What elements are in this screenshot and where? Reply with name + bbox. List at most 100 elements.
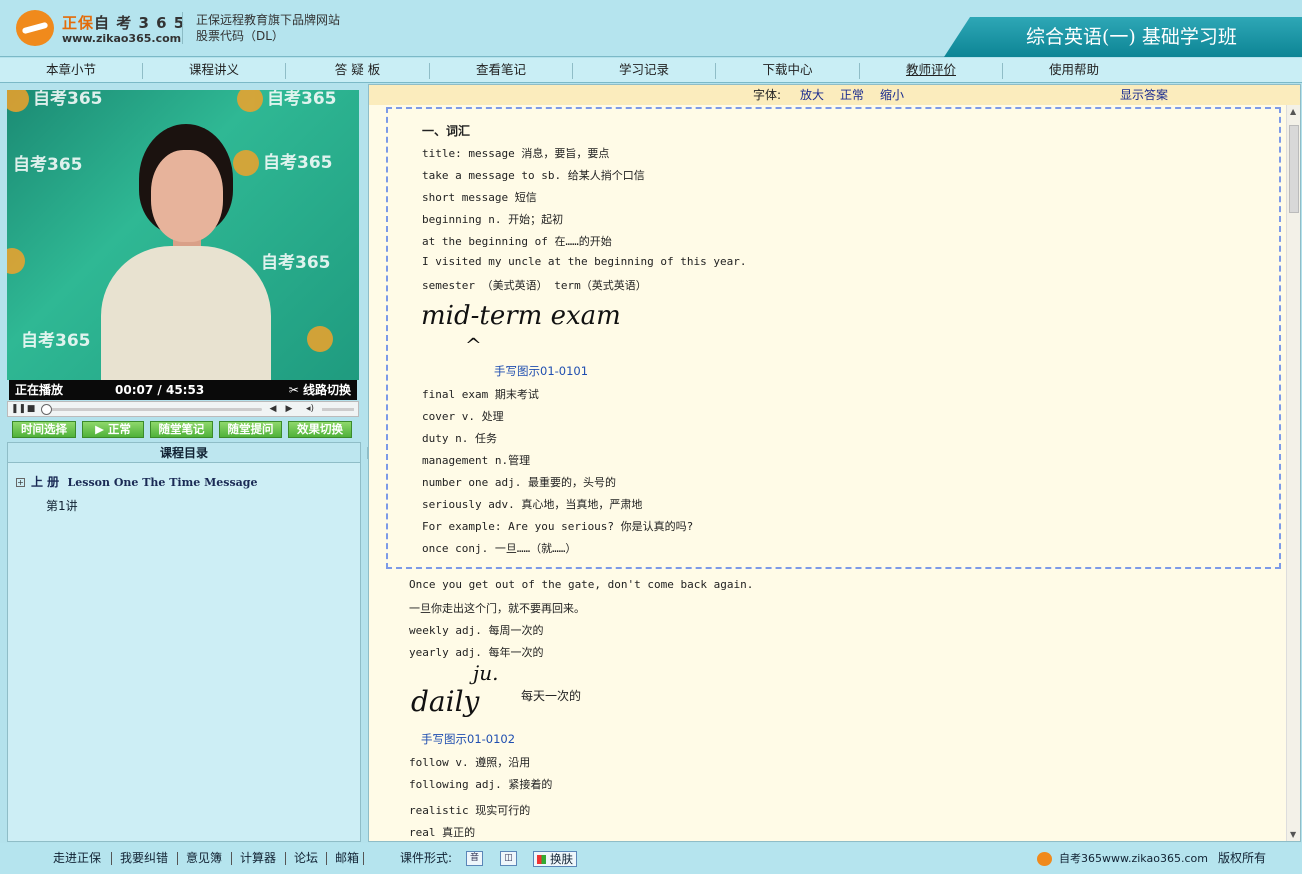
nav-study-record[interactable]: 学习记录	[573, 58, 715, 82]
left-panel: 自考365 自考365 自考365 自考365 自考365 自考365 正在播放…	[7, 90, 361, 842]
course-catalog: 课程目录 + 上 册 Lesson One The Time Message 第1…	[7, 442, 361, 842]
effect-switch-button[interactable]: 效果切换	[288, 421, 352, 438]
footer-divider	[177, 852, 178, 865]
note-line: I visited my uncle at the beginning of t…	[422, 255, 747, 268]
note-line: beginning n. 开始；起初	[422, 213, 564, 226]
rewind-icon[interactable]: ◀	[268, 404, 278, 414]
show-answer-link[interactable]: 显示答案	[1120, 85, 1168, 105]
note-line: short message 短信	[422, 191, 537, 204]
nav-help[interactable]: 使用帮助	[1003, 58, 1145, 82]
nav-teacher-evaluation[interactable]: 教师评价	[860, 58, 1002, 82]
notes-content: 一、词汇 title: message 消息，要旨，要点 take a mess…	[369, 105, 1286, 841]
footer-divider	[285, 852, 286, 865]
note-line: seriously adv. 真心地，当真地，严肃地	[422, 498, 643, 511]
lecturer-figure	[101, 124, 271, 380]
catalog-lecture-1[interactable]: 第1讲	[46, 497, 78, 514]
time-select-button[interactable]: 时间选择	[12, 421, 76, 438]
main-nav: 本章小节 课程讲义 答 疑 板 查看笔记 学习记录 下载中心 教师评价 使用帮助	[0, 58, 1302, 83]
note-line: management n.管理	[422, 454, 531, 467]
nav-chapter-summary[interactable]: 本章小节	[0, 58, 142, 82]
font-enlarge-link[interactable]: 放大	[800, 85, 824, 105]
site-logo[interactable]: 正保自 考 3 6 5 www.zikao365.com	[16, 8, 184, 48]
note-line: weekly adj. 每周一次的	[409, 624, 544, 637]
note-line: once conj. 一旦……（就……）	[422, 542, 577, 555]
volume-icon[interactable]: ◂)	[305, 404, 315, 414]
playback-status: 正在播放	[15, 383, 64, 397]
nav-lecture-notes[interactable]: 课程讲义	[143, 58, 285, 82]
expand-icon[interactable]: +	[16, 478, 25, 487]
font-normal-link[interactable]: 正常	[840, 85, 864, 105]
logo-brand: 正保自 考 3 6 5	[62, 14, 186, 32]
footer-divider	[363, 852, 364, 865]
copyright: 版权所有	[1218, 851, 1267, 865]
forward-icon[interactable]: ▶	[284, 404, 294, 414]
video-watermark: 自考365	[21, 331, 91, 351]
section-heading: 一、词汇	[422, 124, 471, 138]
class-question-button[interactable]: 随堂提问	[219, 421, 282, 438]
scroll-down-icon[interactable]: ▼	[1290, 830, 1296, 839]
normal-speed-button[interactable]: ▶ 正常	[82, 421, 144, 438]
footer-site-link[interactable]: 自考365www.zikao365.com	[1059, 843, 1208, 874]
course-title: 综合英语(一) 基础学习班	[944, 17, 1302, 57]
handwriting-image-1: mid-term exam	[421, 301, 621, 331]
nav-download-center[interactable]: 下载中心	[716, 58, 859, 82]
video-player[interactable]: 自考365 自考365 自考365 自考365 自考365 自考365	[7, 90, 359, 380]
footer-calculator-link[interactable]: 计算器	[240, 843, 276, 874]
layout-format-icon[interactable]: ◫	[500, 851, 517, 866]
header-divider	[182, 12, 183, 44]
video-watermark	[7, 248, 29, 274]
footer-forum-link[interactable]: 论坛	[294, 843, 318, 874]
line-switch-button[interactable]: ✂ 线路切换	[289, 380, 351, 400]
footer-logo-icon	[1037, 852, 1052, 866]
format-label: 课件形式:	[400, 851, 453, 865]
nav-view-notes[interactable]: 查看笔记	[430, 58, 572, 82]
scrollbar-thumb[interactable]	[1289, 125, 1299, 213]
note-line: final exam 期末考试	[422, 388, 539, 401]
progress-knob[interactable]	[40, 404, 52, 415]
note-line: duty n. 任务	[422, 432, 497, 445]
nav-qa-board[interactable]: 答 疑 板	[286, 58, 429, 82]
scroll-up-icon[interactable]: ▲	[1290, 107, 1296, 116]
header: 正保自 考 3 6 5 www.zikao365.com 正保远程教育旗下品牌网…	[0, 0, 1302, 57]
note-line: 一旦你走出这个门，就不要再回来。	[409, 602, 585, 615]
note-line: at the beginning of 在……的开始	[422, 235, 612, 248]
note-line: semester （美式英语） term（英式英语）	[422, 279, 647, 292]
video-watermark: 自考365	[237, 90, 337, 112]
note-line: number one adj. 最重要的，头号的	[422, 476, 616, 489]
font-size-label: 字体:	[753, 88, 782, 102]
footer-about-link[interactable]: 走进正保	[53, 843, 101, 874]
change-skin-button[interactable]: 换肤	[533, 851, 577, 867]
video-watermark: 自考365	[7, 90, 103, 112]
footer-feedback-link[interactable]: 意见簿	[186, 843, 222, 874]
handwriting-image-2: daily	[411, 685, 480, 718]
note-line: title: message 消息，要旨，要点	[422, 147, 610, 160]
notes-scrollbar[interactable]: ▲ ▼	[1286, 105, 1300, 841]
video-watermark	[307, 326, 337, 352]
stop-icon[interactable]: ■	[26, 404, 36, 414]
pause-icon[interactable]: ❚❚	[11, 404, 26, 414]
audio-format-icon[interactable]: 音	[466, 851, 483, 866]
video-watermark: 自考365	[13, 155, 83, 175]
tagline: 正保远程教育旗下品牌网站 股票代码（DL）	[196, 12, 340, 44]
footer-divider	[231, 852, 232, 865]
handwriting-caption-1[interactable]: 手写图示01-0101	[494, 363, 588, 379]
skin-icon	[537, 855, 546, 864]
player-controls: ❚❚ ■ ◀ ▶ ◂)	[7, 401, 359, 417]
notes-toolbar: 字体: 放大 正常 缩小 显示答案	[369, 85, 1300, 105]
font-shrink-link[interactable]: 缩小	[880, 85, 904, 105]
action-bar: 时间选择 ▶ 正常 随堂笔记 随堂提问 效果切换	[7, 419, 359, 441]
handwriting-caption-2[interactable]: 手写图示01-0102	[421, 731, 515, 747]
volume-slider[interactable]	[322, 408, 354, 411]
class-notes-button[interactable]: 随堂笔记	[150, 421, 213, 438]
footer-divider	[326, 852, 327, 865]
progress-slider[interactable]	[40, 404, 262, 415]
note-line: Once you get out of the gate, don't come…	[409, 578, 754, 591]
stock-code: 股票代码（DL）	[196, 29, 284, 43]
catalog-title: 课程目录	[8, 443, 360, 463]
note-line: take a message to sb. 给某人捎个口信	[422, 169, 645, 182]
logo-icon	[16, 10, 54, 46]
note-line: For example: Are you serious? 你是认真的吗?	[422, 520, 694, 533]
footer-mail-link[interactable]: 邮箱	[335, 843, 359, 874]
catalog-book[interactable]: + 上 册 Lesson One The Time Message	[16, 473, 257, 490]
footer-report-error-link[interactable]: 我要纠错	[120, 843, 168, 874]
